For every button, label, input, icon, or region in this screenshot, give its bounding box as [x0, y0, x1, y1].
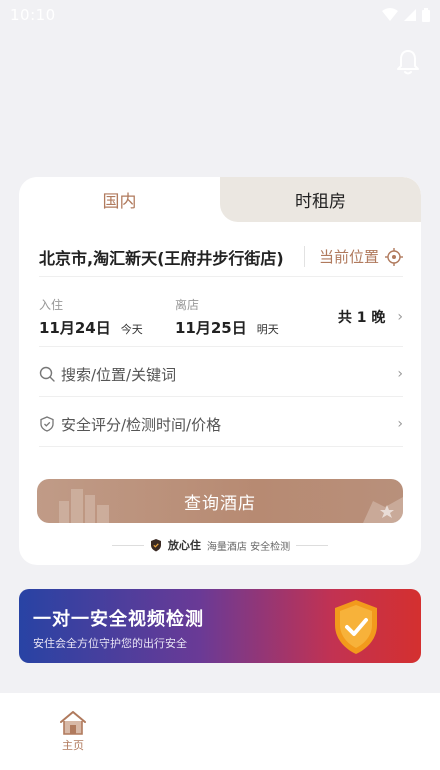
hotel-search-card: 国内 时租房 北京市,淘汇新天(王府井步行街店) 当前位置 入住 11月24日 … — [19, 177, 421, 565]
filter-placeholder: 安全评分/检测时间/价格 — [61, 415, 222, 434]
query-hotel-button[interactable]: 查询酒店 — [37, 479, 403, 523]
status-icons — [382, 8, 430, 22]
check-out-day: 明天 — [256, 322, 279, 336]
nav-item-home-label: 主页 — [62, 739, 84, 752]
assurance-footer: 放心住 海量酒店 安全检测 — [19, 537, 421, 553]
check-out-label: 离店 — [175, 297, 200, 312]
shield-badge-icon — [150, 538, 161, 551]
bell-icon[interactable] — [396, 48, 420, 76]
star-decoration-icon — [363, 497, 403, 523]
current-location-button[interactable]: 当前位置 — [303, 246, 403, 267]
divider-line — [111, 544, 144, 546]
shield-check-icon — [335, 600, 377, 654]
tab-domestic[interactable]: 国内 — [19, 177, 220, 222]
date-row[interactable]: 入住 11月24日 今天 离店 11月25日 明天 共 1 晚 › — [39, 287, 403, 347]
check-in-label: 入住 — [39, 297, 64, 312]
tab-bar: 国内 时租房 — [19, 177, 421, 222]
tab-hourly-room[interactable]: 时租房 — [220, 177, 421, 222]
query-hotel-label: 查询酒店 — [184, 493, 256, 514]
nights-count: 共 1 晚 — [337, 309, 386, 326]
search-icon — [39, 366, 55, 382]
check-out-date: 11月25日 — [175, 318, 247, 337]
assurance-badge: 放心住 — [167, 539, 201, 552]
video-inspection-banner[interactable]: 一对一安全视频检测 安住会全方位守护您的出行安全 — [19, 589, 421, 663]
banner-subtitle: 安住会全方位守护您的出行安全 — [33, 637, 187, 650]
bottom-navigation: 主页 — [0, 693, 440, 770]
locate-icon — [385, 247, 403, 266]
check-in-day: 今天 — [120, 322, 143, 336]
shield-check-icon — [40, 416, 54, 432]
battery-icon — [422, 8, 430, 22]
search-placeholder: 搜索/位置/关键词 — [61, 365, 177, 384]
status-bar: 10:10 — [0, 0, 440, 30]
nav-item-home[interactable]: 主页 — [55, 711, 91, 753]
current-location-label: 当前位置 — [318, 248, 379, 266]
buildings-decoration-icon — [59, 489, 109, 523]
wifi-icon — [382, 8, 398, 21]
check-in-date: 11月24日 — [39, 318, 111, 337]
chevron-right-icon: › — [397, 416, 403, 432]
assurance-text: 海量酒店 安全检测 — [206, 541, 291, 553]
banner-title: 一对一安全视频检测 — [33, 609, 204, 630]
filter-row[interactable]: 安全评分/检测时间/价格 › — [39, 402, 403, 447]
chevron-right-icon: › — [397, 366, 403, 382]
keyword-search-row[interactable]: 搜索/位置/关键词 › — [39, 352, 403, 397]
status-time: 10:10 — [10, 6, 56, 24]
home-icon — [60, 711, 86, 735]
check-out[interactable]: 离店 11月25日 明天 — [175, 296, 279, 338]
divider-line — [296, 544, 329, 546]
signal-icon — [404, 9, 416, 21]
city-row[interactable]: 北京市,淘汇新天(王府井步行街店) 当前位置 — [39, 237, 403, 277]
check-in[interactable]: 入住 11月24日 今天 — [39, 296, 175, 338]
chevron-right-icon: › — [397, 308, 403, 325]
city-name[interactable]: 北京市,淘汇新天(王府井步行街店) — [39, 245, 284, 269]
